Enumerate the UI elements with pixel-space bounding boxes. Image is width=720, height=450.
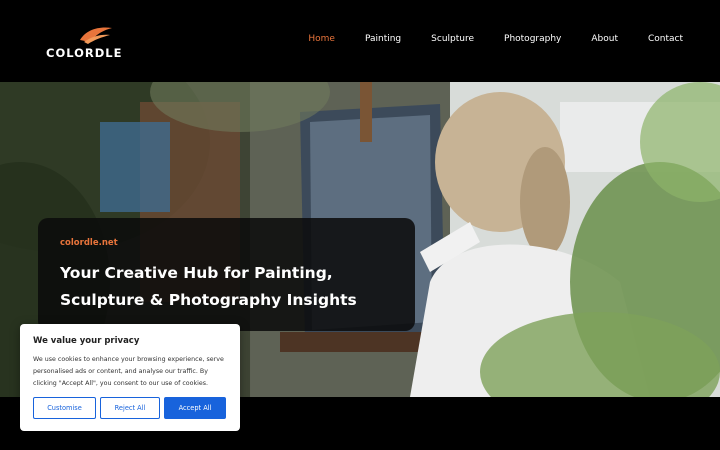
brush-stroke-icon [80, 27, 112, 44]
main-nav: Home Painting Sculpture Photography Abou… [278, 34, 683, 44]
hero-card: colordle.net Your Creative Hub for Paint… [38, 218, 415, 331]
reject-all-button[interactable]: Reject All [100, 397, 160, 419]
nav-sculpture[interactable]: Sculpture [431, 34, 474, 44]
cookie-title: We value your privacy [33, 336, 140, 346]
site-header: COLORDLE Home Painting Sculpture Photogr… [0, 0, 720, 82]
site-logo[interactable]: COLORDLE [46, 22, 126, 62]
hero-title: Your Creative Hub for Painting, Sculptur… [60, 264, 357, 309]
nav-about[interactable]: About [591, 34, 618, 44]
nav-photography[interactable]: Photography [504, 34, 561, 44]
nav-painting[interactable]: Painting [365, 34, 401, 44]
cookie-consent-banner: We value your privacy We use cookies to … [20, 324, 240, 431]
cookie-description: We use cookies to enhance your browsing … [33, 356, 224, 387]
cookie-buttons: Customise Reject All Accept All [33, 397, 226, 419]
hero-site-label: colordle.net [60, 238, 118, 248]
brand-name: COLORDLE [46, 46, 123, 60]
nav-home[interactable]: Home [308, 34, 335, 44]
customise-button[interactable]: Customise [33, 397, 96, 419]
accept-all-button[interactable]: Accept All [164, 397, 226, 419]
nav-contact[interactable]: Contact [648, 34, 683, 44]
